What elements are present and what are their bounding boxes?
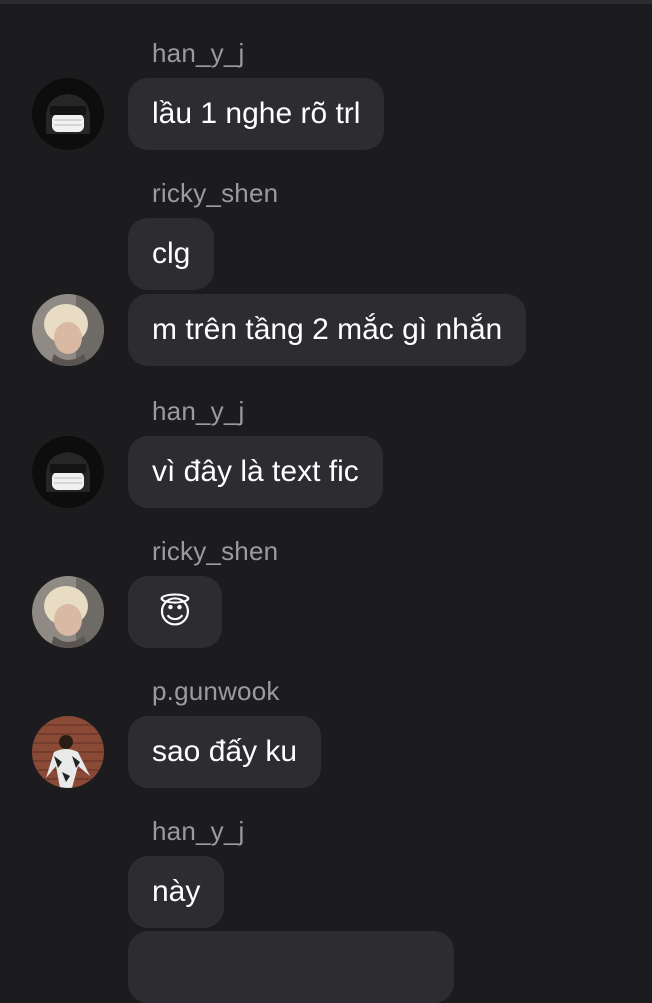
sender-name: han_y_j bbox=[152, 396, 245, 426]
message-bubble[interactable]: vì đây là text fic bbox=[128, 436, 383, 508]
sender-name: han_y_j bbox=[152, 816, 245, 846]
sender-name: ricky_shen bbox=[152, 536, 279, 566]
blonde-user-avatar-image bbox=[32, 294, 104, 366]
message-bubble[interactable]: 😇 bbox=[128, 576, 222, 648]
top-divider bbox=[0, 0, 652, 4]
masked-user-avatar-image bbox=[32, 78, 104, 150]
blonde-user-avatar-image bbox=[32, 576, 104, 648]
smiling-face-with-halo-icon: 😇 bbox=[158, 593, 192, 631]
avatar[interactable] bbox=[32, 716, 104, 788]
message-bubble[interactable]: lầu 1 nghe rõ trl bbox=[128, 78, 385, 150]
message-bubble[interactable]: clg bbox=[128, 218, 215, 290]
avatar[interactable] bbox=[32, 436, 104, 508]
message-bubble-partial[interactable] bbox=[128, 931, 454, 1003]
brick-wall-user-avatar-image bbox=[32, 716, 104, 788]
sender-name: ricky_shen bbox=[152, 178, 279, 208]
message-bubble[interactable]: sao đấy ku bbox=[128, 716, 322, 788]
avatar[interactable] bbox=[32, 78, 104, 150]
avatar[interactable] bbox=[32, 294, 104, 366]
sender-name: han_y_j bbox=[152, 38, 245, 68]
masked-user-avatar-image bbox=[32, 436, 104, 508]
avatar[interactable] bbox=[32, 576, 104, 648]
message-bubble[interactable]: m trên tầng 2 mắc gì nhắn bbox=[128, 294, 527, 366]
message-bubble[interactable]: này bbox=[128, 856, 225, 928]
sender-name: p.gunwook bbox=[152, 676, 280, 706]
